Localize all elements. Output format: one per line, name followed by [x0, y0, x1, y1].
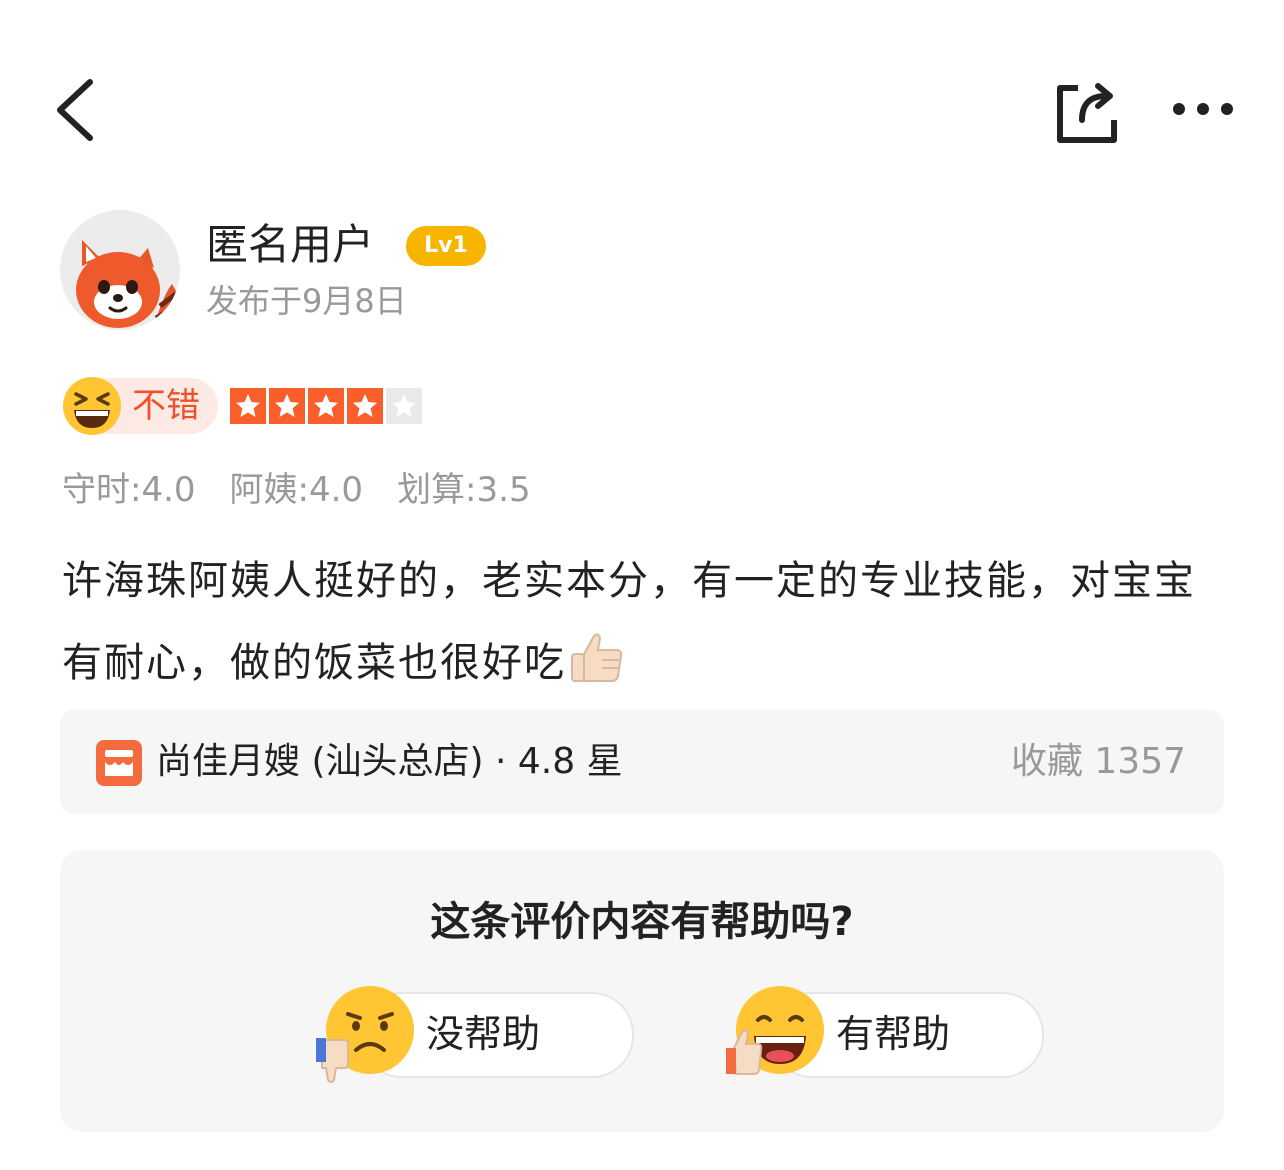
- store-icon: [96, 740, 142, 786]
- helpful-feedback-card: 这条评价内容有帮助吗? 没帮助 有帮助: [60, 850, 1224, 1132]
- publish-date: 发布于9月8日: [206, 282, 407, 320]
- star-filled-icon: [347, 388, 383, 424]
- store-rating: · 4.8 星: [483, 741, 623, 782]
- share-icon: [1057, 83, 1117, 143]
- chevron-left-icon: [57, 79, 93, 141]
- username: 匿名用户: [206, 220, 375, 269]
- more-options-button[interactable]: [1165, 84, 1245, 134]
- review-body: 许海珠阿姨人挺好的，老实本分，有一定的专业技能，对宝宝有耐心，做的饭菜也很好吃: [62, 540, 1222, 704]
- not-helpful-label: 没帮助: [426, 1012, 541, 1056]
- sub-scores: 守时:4.0 阿姨:4.0 划算:3.5: [62, 466, 565, 514]
- favorites-count[interactable]: 收藏 1357: [1011, 738, 1186, 786]
- helpful-label: 有帮助: [836, 1012, 951, 1056]
- back-button[interactable]: [40, 70, 110, 150]
- star-rating: [230, 388, 422, 424]
- store-name: 尚佳月嫂 (汕头总店) · 4.8 星: [156, 738, 623, 786]
- more-dots-icon: [1173, 103, 1233, 115]
- star-filled-icon: [269, 388, 305, 424]
- store-card[interactable]: 尚佳月嫂 (汕头总店) · 4.8 星 收藏 1357: [60, 710, 1224, 814]
- avatar[interactable]: [60, 210, 180, 330]
- review-text: 许海珠阿姨人挺好的，老实本分，有一定的专业技能，对宝宝有耐心，做的饭菜也很好吃: [62, 558, 1196, 686]
- frown-thumbs-down-emoji-icon[interactable]: [314, 984, 414, 1084]
- grin-thumbs-up-emoji-icon[interactable]: [724, 984, 824, 1084]
- red-panda-avatar-icon: [60, 210, 180, 330]
- rating-label: 不错: [132, 386, 200, 426]
- star-filled-icon: [308, 388, 344, 424]
- sub-score-punctuality: 守时:4.0: [62, 470, 196, 510]
- star-empty-icon: [386, 388, 422, 424]
- helpful-question: 这条评价内容有帮助吗?: [430, 899, 854, 945]
- level-badge: Lv1: [406, 226, 486, 266]
- thumbs-up-emoji-icon: [566, 626, 626, 686]
- sub-score-value: 划算:3.5: [397, 470, 531, 510]
- top-nav-bar: [0, 0, 1284, 200]
- share-button[interactable]: [1048, 74, 1128, 154]
- sub-score-nanny: 阿姨:4.0: [229, 470, 364, 510]
- grinning-squint-emoji-icon: [62, 376, 122, 436]
- store-name-text: 尚佳月嫂 (汕头总店): [156, 741, 484, 782]
- star-filled-icon: [230, 388, 266, 424]
